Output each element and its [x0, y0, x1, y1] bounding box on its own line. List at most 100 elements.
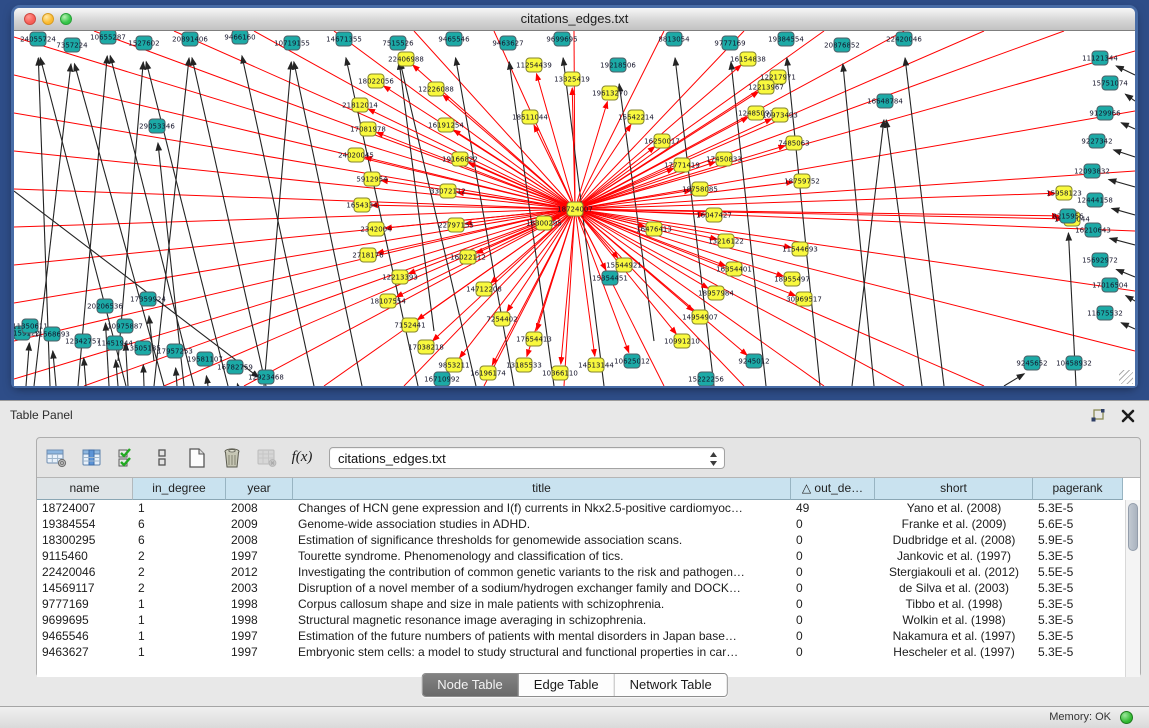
- graph-node[interactable]: 8813054: [658, 32, 690, 46]
- graph-node[interactable]: 9853211: [438, 358, 469, 372]
- table-row[interactable]: 911546021997Tourette syndrome. Phenomeno…: [37, 548, 1140, 564]
- table-row[interactable]: 1872400712008Changes of HCN gene express…: [37, 500, 1140, 516]
- import-table-icon[interactable]: [255, 446, 279, 470]
- table-row[interactable]: 1456911722003Disruption of a novel membe…: [37, 580, 1140, 596]
- graph-node[interactable]: 7254402: [486, 312, 517, 326]
- function-builder-icon[interactable]: f(x): [290, 446, 314, 470]
- float-panel-icon[interactable]: [1089, 407, 1107, 425]
- graph-node[interactable]: 9699695: [546, 32, 577, 46]
- new-file-icon[interactable]: [185, 446, 209, 470]
- column-header-pagerank[interactable]: pagerank: [1033, 478, 1123, 500]
- column-header-short[interactable]: short: [875, 478, 1033, 500]
- graph-node[interactable]: 15354451: [592, 271, 628, 285]
- table-row[interactable]: 946554611997Estimation of the future num…: [37, 628, 1140, 644]
- graph-node[interactable]: 18759752: [784, 174, 820, 188]
- table-row[interactable]: 977716911998Corpus callosum shape and si…: [37, 596, 1140, 612]
- tab-node-table[interactable]: Node Table: [422, 674, 519, 696]
- graph-node[interactable]: 12093832: [1074, 164, 1110, 178]
- resize-grip[interactable]: [1119, 370, 1133, 384]
- graph-node[interactable]: 12342757: [65, 334, 101, 348]
- graph-node[interactable]: 7152441: [394, 318, 425, 332]
- graph-node[interactable]: 12444158: [1077, 193, 1113, 207]
- graph-node[interactable]: 15751074: [1092, 76, 1128, 90]
- graph-node[interactable]: 18022056: [358, 74, 394, 88]
- graph-node[interactable]: 15692972: [1082, 253, 1118, 267]
- graph-node[interactable]: 2342004: [360, 222, 392, 236]
- close-panel-icon[interactable]: [1119, 407, 1137, 425]
- graph-node[interactable]: 19613270: [592, 86, 628, 100]
- network-window[interactable]: citations_edges.txt 22406988 18022056 2181…: [14, 8, 1135, 385]
- graph-node[interactable]: 5912954: [356, 172, 388, 186]
- graph-node[interactable]: 24055724: [20, 32, 56, 46]
- graph-node[interactable]: 17016504: [1092, 278, 1128, 292]
- graph-node[interactable]: 13216122: [708, 234, 744, 248]
- tab-edge-table[interactable]: Edge Table: [519, 674, 615, 696]
- graph-node[interactable]: 10975887: [107, 319, 143, 333]
- graph-node[interactable]: 1527602: [128, 36, 159, 50]
- graph-node[interactable]: 7515526: [382, 36, 414, 50]
- vertical-scrollbar[interactable]: [1125, 500, 1140, 677]
- graph-node[interactable]: 9245652: [1016, 356, 1047, 370]
- graph-node[interactable]: 10655287: [90, 31, 126, 44]
- column-header-name[interactable]: name: [37, 478, 133, 500]
- network-svg[interactable]: 2240698818022056218120141708197824020045…: [14, 31, 1135, 386]
- graph-node[interactable]: 9227342: [1081, 134, 1112, 148]
- graph-node[interactable]: 10458932: [1056, 356, 1092, 370]
- graph-node[interactable]: 1654334: [346, 198, 378, 212]
- graph-node[interactable]: 14513144: [578, 358, 614, 372]
- graph-node[interactable]: 12923468: [248, 370, 284, 384]
- graph-node[interactable]: 14712208: [466, 282, 502, 296]
- graph-node[interactable]: 10719155: [274, 36, 310, 50]
- graph-node[interactable]: 15544921: [606, 258, 642, 272]
- table-selector-dropdown[interactable]: citations_edges.txt: [329, 447, 725, 469]
- graph-node[interactable]: 18758085: [682, 182, 718, 196]
- table-settings-icon[interactable]: [45, 446, 69, 470]
- graph-node[interactable]: 15222256: [688, 372, 724, 386]
- graph-node[interactable]: 9465546: [438, 32, 470, 46]
- network-canvas[interactable]: 2240698818022056218120141708197824020045…: [14, 31, 1135, 386]
- delete-icon[interactable]: [220, 446, 244, 470]
- table-row[interactable]: 969969511998Structural magnetic resonanc…: [37, 612, 1140, 628]
- row-selection-icon[interactable]: [115, 446, 139, 470]
- graph-node[interactable]: 20876852: [824, 38, 860, 52]
- table-row[interactable]: 1938455462009Genome-wide association stu…: [37, 516, 1140, 532]
- table-row[interactable]: 1830029562008Estimation of significance …: [37, 532, 1140, 548]
- graph-node[interactable]: 16210643: [1075, 223, 1111, 237]
- column-header-out_de[interactable]: △ out_de…: [791, 478, 875, 500]
- graph-node[interactable]: 16047427: [696, 208, 732, 222]
- graph-node[interactable]: 7357224: [56, 38, 88, 52]
- scrollbar-thumb[interactable]: [1128, 503, 1138, 551]
- graph-node[interactable]: 11254439: [516, 58, 552, 72]
- graph-node[interactable]: 16196174: [470, 366, 506, 380]
- graph-node[interactable]: 14671355: [326, 32, 362, 46]
- graph-node[interactable]: 11121344: [1082, 51, 1118, 65]
- graph-node[interactable]: 22406988: [388, 52, 424, 66]
- graph-node[interactable]: 16710992: [424, 372, 460, 386]
- graph-node[interactable]: 16191254: [428, 118, 464, 132]
- graph-node[interactable]: 11675532: [1087, 306, 1123, 320]
- column-header-year[interactable]: year: [226, 478, 293, 500]
- graph-node[interactable]: 13325419: [554, 72, 590, 86]
- table-row[interactable]: 946362711997Embryonic stem cells: a mode…: [37, 644, 1140, 660]
- graph-node[interactable]: 10366110: [542, 366, 578, 380]
- graph-node[interactable]: 17038218: [408, 340, 444, 354]
- graph-node[interactable]: 17359924: [130, 292, 166, 306]
- column-header-in_degree[interactable]: in_degree: [133, 478, 226, 500]
- graph-node[interactable]: 19218506: [600, 58, 636, 72]
- graph-node[interactable]: 22420046: [886, 32, 922, 46]
- window-titlebar[interactable]: citations_edges.txt: [14, 8, 1135, 31]
- table-row[interactable]: 2242004622012Investigating the contribut…: [37, 564, 1140, 580]
- graph-node[interactable]: 12226088: [418, 82, 454, 96]
- graph-node[interactable]: 21812014: [342, 98, 378, 112]
- select-columns-icon[interactable]: [80, 446, 104, 470]
- graph-node[interactable]: 10625012: [614, 354, 650, 368]
- tab-network-table[interactable]: Network Table: [615, 674, 727, 696]
- graph-node[interactable]: 29053346: [139, 119, 175, 133]
- column-header-title[interactable]: title: [293, 478, 791, 500]
- graph-node[interactable]: 14954907: [682, 310, 718, 324]
- graph-node[interactable]: 9245012: [738, 354, 769, 368]
- graph-node[interactable]: 10991210: [664, 334, 700, 348]
- graph-node[interactable]: 20206536: [87, 299, 123, 313]
- graph-node[interactable]: 9466160: [224, 31, 255, 44]
- graph-node[interactable]: 19384554: [768, 32, 804, 46]
